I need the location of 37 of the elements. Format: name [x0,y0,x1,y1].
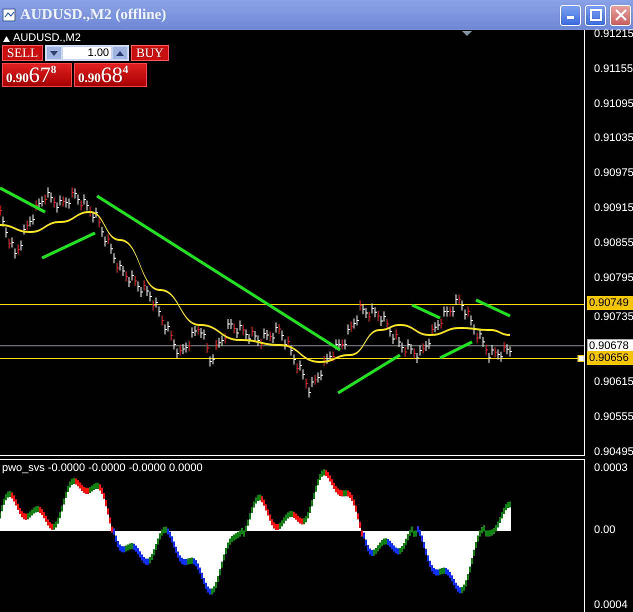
price-axis-label: 0.90975 [594,167,633,180]
caret-down-icon [50,50,58,56]
close-icon [614,9,626,21]
lot-spinner[interactable]: 1.00 [45,45,130,61]
price-axis-label: 0.91095 [594,98,633,110]
price-axis-label: 0.90615 [594,376,633,388]
maximize-button[interactable] [585,4,606,26]
price-tag: 0.90749 [587,296,633,310]
collapse-triangle-icon[interactable] [3,36,10,42]
chart-app-icon [2,8,16,22]
line-handle-icon[interactable] [578,355,584,362]
oscillator-axis-label: 0.0004 [594,599,628,611]
window-title: AUDUSD.,M2 (offline) [20,6,168,24]
price-axis-label: 0.90495 [594,446,633,458]
minimize-button[interactable] [560,4,581,26]
oscillator-axis-label: 0.0003 [594,462,628,474]
symbol-label: AUDUSD.,M2 [13,32,81,44]
lot-input-field[interactable]: 1.00 [63,47,112,59]
indicator-label: pwo_svs -0.0000 -0.0000 -0.0000 0.0000 [2,462,203,474]
increase-button[interactable] [113,47,128,59]
close-button[interactable] [610,4,631,26]
buy-button[interactable]: BUY [131,45,169,61]
sell-button[interactable]: SELL [2,45,44,61]
price-axis-label: 0.90795 [594,272,633,284]
price-axis-label: 0.90735 [594,310,633,323]
oscillator-axis-label: 0.00 [594,524,616,536]
price-axis-label: 0.91155 [594,62,633,75]
price-axis-label: 0.91215 [594,28,633,40]
price-tag: 0.90678 [587,338,633,353]
price-tag: 0.90656 [587,351,633,366]
decrease-button[interactable] [47,47,62,59]
price-axis-label: 0.90855 [594,236,633,249]
maximize-icon [590,9,602,21]
price-axis-label: 0.91035 [594,132,633,144]
price-axis-label: 0.90555 [594,411,633,424]
price-axis-label: 0.90915 [594,202,633,214]
caret-up-icon [116,50,124,56]
